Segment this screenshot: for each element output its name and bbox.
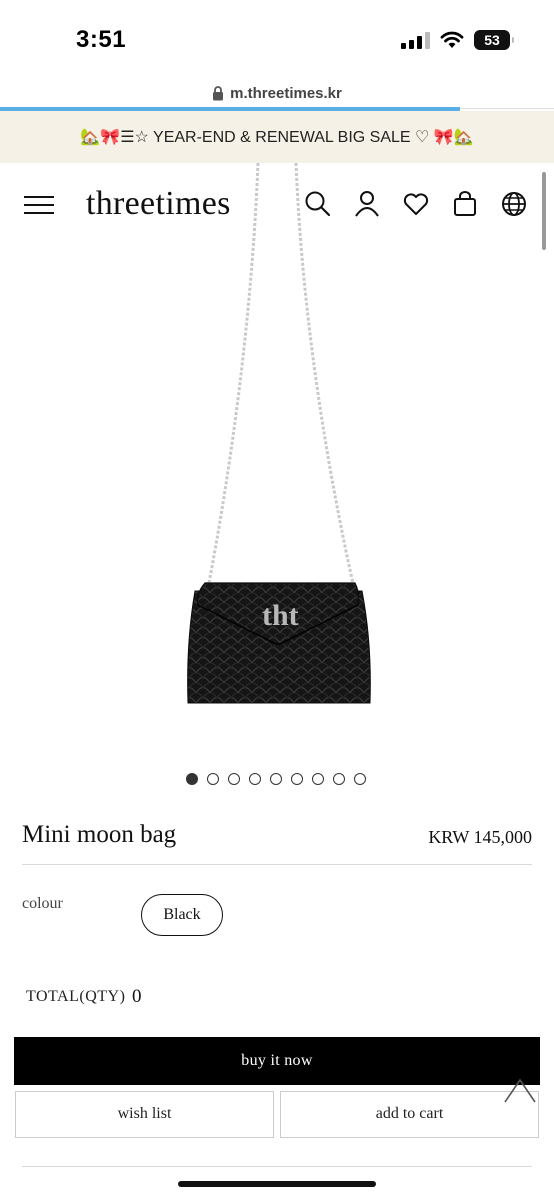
url-text: m.threetimes.kr <box>230 84 342 102</box>
status-bar: 3:51 53 <box>0 0 554 78</box>
gallery-pagination <box>186 773 366 785</box>
product-name: Mini moon bag <box>22 821 177 848</box>
promo-text: 🏡🎀☰☆ YEAR-END & RENEWAL BIG SALE ♡ 🎀🏡 <box>80 129 474 146</box>
gallery-dot[interactable] <box>186 773 198 785</box>
gallery-dot[interactable] <box>291 773 303 785</box>
page-scrollbar[interactable] <box>542 172 546 250</box>
globe-icon[interactable] <box>500 190 528 218</box>
status-time: 3:51 <box>76 26 127 53</box>
lock-icon <box>213 85 224 100</box>
promo-banner[interactable]: 🏡🎀☰☆ YEAR-END & RENEWAL BIG SALE ♡ 🎀🏡 <box>0 111 554 163</box>
bag-logo: tht <box>262 599 299 632</box>
divider <box>22 1166 532 1167</box>
shopping-bag-icon[interactable] <box>451 190 479 218</box>
wish-list-button[interactable]: wish list <box>15 1091 274 1138</box>
status-icons: 53 <box>401 30 514 50</box>
chevron-up-icon[interactable] <box>502 1072 538 1106</box>
gallery-dot[interactable] <box>249 773 261 785</box>
product-price: KRW 145,000 <box>428 827 532 847</box>
colour-label: colour <box>22 895 63 912</box>
total-label: TOTAL(QTY) <box>26 988 126 1005</box>
heart-icon[interactable] <box>402 190 430 218</box>
add-to-cart-button[interactable]: add to cart <box>280 1091 539 1138</box>
home-indicator[interactable] <box>178 1181 376 1187</box>
site-logo[interactable]: threetimes <box>86 185 231 223</box>
search-icon[interactable] <box>304 190 332 218</box>
gallery-dot[interactable] <box>354 773 366 785</box>
divider <box>22 864 532 865</box>
product-image[interactable]: tht <box>0 163 554 743</box>
account-icon[interactable] <box>353 190 381 218</box>
gallery-dot[interactable] <box>228 773 240 785</box>
total-qty: 0 <box>132 986 142 1007</box>
battery-icon: 53 <box>474 30 514 50</box>
gallery-dot[interactable] <box>312 773 324 785</box>
menu-icon[interactable] <box>24 196 54 214</box>
address-bar[interactable]: m.threetimes.kr <box>0 78 554 108</box>
site-header: threetimes <box>0 163 554 245</box>
colour-option-black[interactable]: Black <box>141 894 223 936</box>
gallery-dot[interactable] <box>270 773 282 785</box>
buy-now-button[interactable]: buy it now <box>14 1037 540 1085</box>
cellular-signal-icon <box>401 31 430 49</box>
wifi-icon <box>440 31 464 48</box>
gallery-dot[interactable] <box>207 773 219 785</box>
gallery-dot[interactable] <box>333 773 345 785</box>
